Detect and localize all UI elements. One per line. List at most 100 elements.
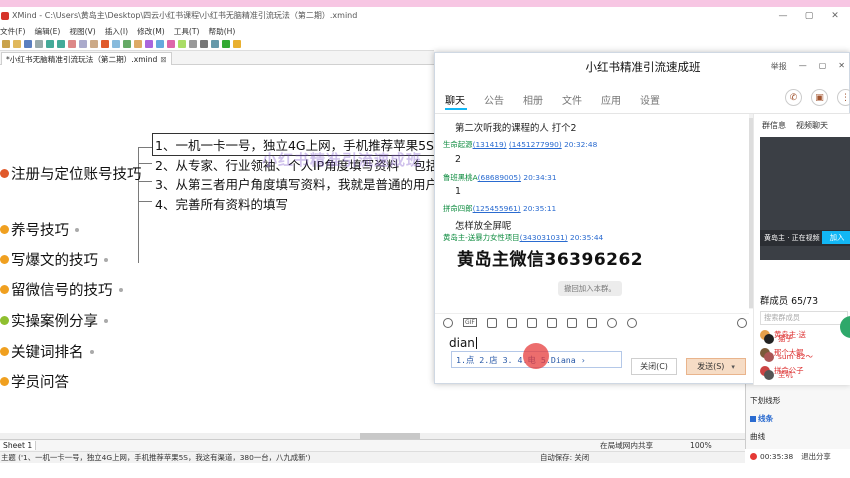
image-icon[interactable] [526,317,537,328]
member-item[interactable]: 圣叽 [764,369,793,380]
checkbox-icon[interactable] [750,415,756,422]
menu-insert[interactable]: 插入(I) [105,26,128,37]
tab-apps[interactable]: 应用 [601,92,621,107]
emoji-icon[interactable] [443,317,453,328]
lan-share-label[interactable]: 在局域网内共享 [600,440,653,451]
summary-icon[interactable] [145,40,153,48]
dropdown-icon[interactable] [200,40,208,48]
report-button[interactable]: 举报 [771,61,787,72]
copy-icon[interactable] [79,40,87,48]
menu-help[interactable]: 帮助(H) [209,26,236,37]
menu-file[interactable]: 文件(F) [0,26,25,37]
new-file-icon[interactable] [2,40,10,48]
sender-name[interactable]: 拼命四郎 [443,204,473,213]
sub-topic-4[interactable]: 4、完善所有资料的填写 [155,194,288,213]
autosave-status[interactable]: 自动保存: 关闭 [540,452,589,463]
tab-files[interactable]: 文件 [562,92,582,107]
sender-name[interactable]: 鲁班黑桃A [443,173,478,182]
menu-view[interactable]: 视图(V) [69,26,95,37]
open-folder-icon[interactable] [13,40,21,48]
red-packet-icon[interactable] [586,317,597,328]
tab-settings[interactable]: 设置 [640,92,660,107]
sender-qq[interactable]: (125455961) [473,204,521,213]
maximize-button[interactable]: ▢ [819,61,827,72]
marker-icon[interactable] [156,40,164,48]
collapse-dot-icon[interactable] [118,287,123,292]
share-icon[interactable] [233,40,241,48]
close-chat-button[interactable]: 关闭(C) [631,358,677,375]
line-section[interactable]: 线条 [750,413,773,424]
scissors-icon[interactable] [486,317,497,328]
undo-icon[interactable] [46,40,54,48]
print-icon[interactable] [35,40,43,48]
line-style-row[interactable]: 曲线 [750,431,765,442]
maximize-button[interactable]: ▢ [796,7,822,24]
stop-share-button[interactable]: 退出分享 [801,451,831,462]
image-icon[interactable] [167,40,175,48]
member-item[interactable]: 猫子 [764,333,793,344]
more-circle-icon[interactable] [626,317,637,328]
main-topic-viral-post[interactable]: 写爆文的技巧 [0,249,108,270]
main-topic-qa[interactable]: 学员问答 [0,371,69,392]
menu-edit[interactable]: 编辑(E) [34,26,60,37]
sender-qq[interactable]: (343031031) [520,233,568,242]
member-item[interactable]: sum 82～ [764,351,813,362]
gift-icon[interactable] [566,317,577,328]
sheet-tab[interactable]: Sheet 1 [0,441,37,450]
main-topic-keyword-rank[interactable]: 关键词排名 [0,341,94,362]
redo-icon[interactable] [57,40,65,48]
message-input[interactable]: dian [449,336,477,350]
underline-style-row[interactable]: 下划线形 [750,395,780,406]
video-preview[interactable]: 黄岛主 · 正在视频 加入 [760,137,850,260]
document-tab[interactable]: *小红书无脑精准引流玩法（第二期）.xmind ⊠ [1,52,172,65]
sender-qq[interactable]: (68689005) [478,173,521,182]
collapse-dot-icon[interactable] [89,349,94,354]
join-video-button[interactable]: 加入 [822,231,850,244]
main-topic-wechat[interactable]: 留微信号的技巧 [0,279,123,300]
bell-icon[interactable] [606,317,617,328]
main-topic-register[interactable]: 注册与定位账号技巧 [0,163,142,184]
gif-icon[interactable]: GIF [463,318,477,327]
export-icon[interactable] [222,40,230,48]
folder-icon[interactable] [506,317,517,328]
minimize-button[interactable]: — [770,7,796,24]
sender-name[interactable]: 生命起源 [443,140,473,149]
chevron-down-icon[interactable]: ▾ [731,363,735,371]
more-icon[interactable]: ⋮ [837,89,850,106]
main-topic-nurture[interactable]: 养号技巧 [0,219,79,240]
collapse-dot-icon[interactable] [75,227,79,232]
close-tab-icon[interactable]: ⊠ [160,55,166,64]
tab-album[interactable]: 相册 [523,92,543,107]
save-icon[interactable] [24,40,32,48]
tab-group-info[interactable]: 群信息 [762,120,786,131]
main-topic-case-study[interactable]: 实操案例分享 [0,310,108,331]
close-button[interactable]: ✕ [822,7,848,24]
close-button[interactable]: ✕ [838,61,845,72]
menu-tools[interactable]: 工具(T) [174,26,200,37]
relationship-icon[interactable] [123,40,131,48]
boundary-icon[interactable] [134,40,142,48]
sub-topic-3[interactable]: 3、从第三者用户角度填写资料，我就是普通的用户 [155,174,438,193]
collapse-dot-icon[interactable] [104,318,108,323]
topic-icon[interactable] [101,40,109,48]
subtopic-icon[interactable] [112,40,120,48]
sender-qq[interactable]: (131419) [473,140,507,149]
sender-name[interactable]: 黄岛主-送暴力女性项目 [443,233,520,242]
message-list[interactable]: 第二次听我的课程的人 打个2 生命起源(131419) (1451277990)… [435,114,749,309]
minimize-button[interactable]: — [799,61,807,72]
menu-modify[interactable]: 修改(M) [137,26,165,37]
collapse-dot-icon[interactable] [104,257,108,262]
paste-icon[interactable] [90,40,98,48]
zoom-level[interactable]: 100% [690,441,712,450]
label-icon[interactable] [178,40,186,48]
cut-icon[interactable] [68,40,76,48]
history-clock-icon[interactable] [737,318,747,328]
send-button[interactable]: 发送(S) ▾ [686,358,746,375]
screen-icon[interactable] [546,317,557,328]
tab-chat[interactable]: 聊天 [445,92,465,107]
note-icon[interactable] [189,40,197,48]
zoom-icon[interactable] [211,40,219,48]
tab-video-chat[interactable]: 视频聊天 [796,120,828,131]
member-search-input[interactable]: 搜索群成员 [760,311,848,325]
sender-qq-alt[interactable]: (1451277990) [509,140,562,149]
